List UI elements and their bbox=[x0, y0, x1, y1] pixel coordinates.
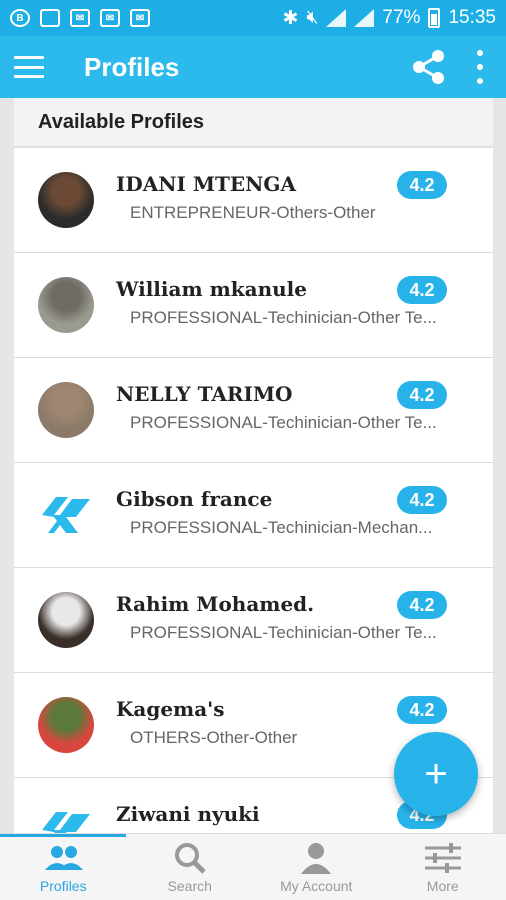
brand-logo-icon bbox=[38, 487, 94, 543]
signal-icon bbox=[354, 9, 375, 27]
sliders-icon bbox=[424, 843, 461, 873]
app-bar: Profiles bbox=[0, 36, 506, 98]
tab-label: Profiles bbox=[39, 878, 87, 894]
profile-row[interactable]: Rahim Mohamed. 4.2 PROFESSIONAL-Techinicia… bbox=[14, 568, 493, 673]
menu-icon[interactable] bbox=[14, 56, 44, 78]
rating-badge: 4.2 bbox=[397, 276, 447, 304]
rating-badge: 4.2 bbox=[397, 591, 447, 619]
add-profile-button[interactable]: + bbox=[394, 732, 478, 816]
profile-list: Available Profiles IDANI MTENGA 4.2 ENTREP… bbox=[14, 98, 493, 833]
clock: 15:35 bbox=[448, 7, 496, 28]
person-icon bbox=[301, 843, 332, 874]
profile-category: PROFESSIONAL-Techinician-Mechan... bbox=[130, 518, 433, 537]
avatar bbox=[38, 172, 94, 228]
rating-badge: 4.2 bbox=[397, 486, 447, 514]
image-icon bbox=[40, 9, 60, 27]
profile-row[interactable]: William mkanule 4.2 PROFESSIONAL-Techinici… bbox=[14, 253, 493, 358]
avatar bbox=[38, 697, 94, 753]
mail-icon: ✉ bbox=[130, 9, 150, 27]
profile-name: IDANI MTENGA bbox=[116, 172, 296, 196]
mail-icon: ✉ bbox=[100, 9, 120, 27]
tab-label: Search bbox=[167, 878, 212, 894]
avatar bbox=[38, 277, 94, 333]
tab-search[interactable]: Search bbox=[127, 834, 254, 900]
rating-badge: 4.2 bbox=[397, 171, 447, 199]
profile-name: Kagema's bbox=[116, 697, 225, 721]
profile-row[interactable]: NELLY TARIMO 4.2 PROFESSIONAL-Techinician-… bbox=[14, 358, 493, 463]
profile-category: ENTREPRENEUR-Others-Other bbox=[130, 203, 376, 222]
search-icon bbox=[174, 843, 206, 874]
battery-percent: 77% bbox=[382, 7, 421, 28]
tab-more[interactable]: More bbox=[380, 834, 506, 900]
avatar bbox=[38, 382, 94, 438]
profile-name: NELLY TARIMO bbox=[116, 382, 293, 406]
profile-name: Rahim Mohamed. bbox=[116, 592, 315, 616]
profile-category: PROFESSIONAL-Techinician-Other Te... bbox=[130, 308, 437, 327]
profile-category: PROFESSIONAL-Techinician-Other Te... bbox=[130, 413, 437, 432]
status-bar: B ✉ ✉ ✉ ✱ 🔇︎ 77% 15:35 bbox=[0, 0, 506, 36]
tab-label: More bbox=[426, 878, 459, 894]
notification-icons: B ✉ ✉ ✉ bbox=[10, 9, 150, 27]
rating-badge: 4.2 bbox=[397, 696, 447, 724]
battery-icon bbox=[428, 8, 441, 28]
brand-logo-icon bbox=[38, 802, 94, 833]
list-header: Available Profiles bbox=[14, 98, 493, 148]
bluetooth-icon: ✱ bbox=[282, 7, 299, 29]
mail-icon: ✉ bbox=[70, 9, 90, 27]
people-icon bbox=[45, 846, 84, 870]
profile-row[interactable]: IDANI MTENGA 4.2 ENTREPRENEUR-Others-Other bbox=[14, 148, 493, 253]
active-tab-indicator bbox=[0, 834, 126, 837]
profile-category: PROFESSIONAL-Techinician-Other Te... bbox=[130, 623, 437, 642]
page-title: Profiles bbox=[84, 51, 180, 82]
b-icon: B bbox=[10, 9, 30, 27]
avatar bbox=[38, 592, 94, 648]
signal-icon bbox=[326, 9, 347, 27]
tab-profiles[interactable]: Profiles bbox=[0, 834, 127, 900]
profile-name: William mkanule bbox=[116, 277, 307, 301]
share-icon[interactable] bbox=[410, 48, 448, 86]
profile-name: Gibson france bbox=[116, 487, 273, 511]
bottom-nav: Profiles Search My Account More bbox=[0, 833, 506, 900]
tab-label: My Account bbox=[280, 878, 353, 894]
profile-row[interactable]: Gibson france 4.2 PROFESSIONAL-Techinician… bbox=[14, 463, 493, 568]
tab-my-account[interactable]: My Account bbox=[253, 834, 380, 900]
rating-badge: 4.2 bbox=[397, 381, 447, 409]
overflow-menu-icon[interactable] bbox=[472, 50, 488, 84]
mute-icon: 🔇︎ bbox=[306, 7, 319, 28]
profile-name: Ziwani nyuki bbox=[116, 802, 260, 826]
